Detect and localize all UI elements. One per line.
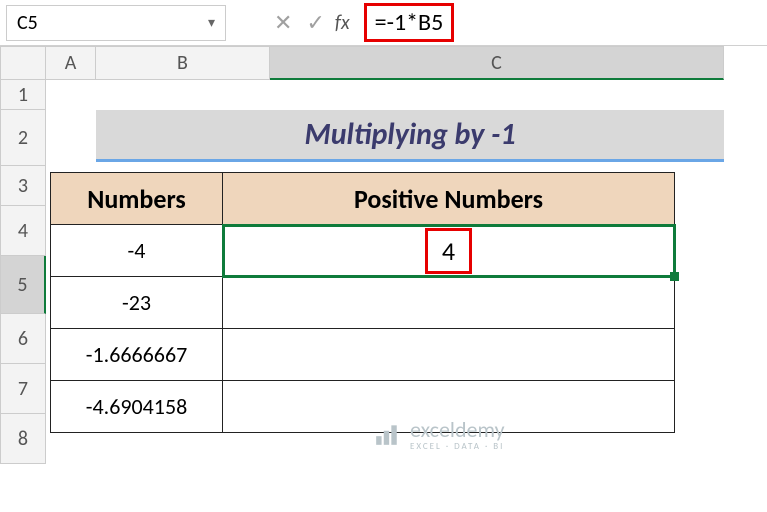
header-positive[interactable]: Positive Numbers — [223, 173, 675, 225]
column-headers: A B C — [0, 46, 767, 80]
row-header-4[interactable]: 4 — [0, 206, 46, 256]
cell-C5[interactable]: 4 — [223, 225, 675, 277]
formula-input[interactable]: =-1*B5 — [364, 3, 455, 42]
name-box[interactable]: C5 ▾ — [6, 5, 226, 41]
title-band: Multiplying by -1 — [96, 110, 724, 162]
cell-B8[interactable]: -4.6904158 — [51, 381, 223, 433]
formula-bar: C5 ▾ ✕ ✓ fx =-1*B5 — [0, 0, 767, 46]
cell-B5[interactable]: -4 — [51, 225, 223, 277]
col-header-B[interactable]: B — [96, 46, 270, 80]
row-header-8[interactable]: 8 — [0, 414, 46, 464]
row-header-5[interactable]: 5 — [0, 256, 46, 314]
chevron-down-icon[interactable]: ▾ — [208, 14, 215, 31]
cell-B6[interactable]: -23 — [51, 277, 223, 329]
check-icon[interactable]: ✓ — [306, 9, 324, 36]
row-header-3[interactable]: 3 — [0, 166, 46, 206]
name-box-value: C5 — [17, 11, 208, 35]
row-header-2[interactable]: 2 — [0, 110, 46, 166]
select-all-corner[interactable] — [0, 46, 46, 80]
cancel-icon[interactable]: ✕ — [274, 9, 292, 36]
cell-C5-value: 4 — [425, 228, 472, 274]
row-header-7[interactable]: 7 — [0, 364, 46, 414]
data-table: Numbers Positive Numbers -4 4 -23 -1.666… — [50, 172, 675, 433]
cell-C8[interactable] — [223, 381, 675, 433]
cell-C6[interactable] — [223, 277, 675, 329]
cell-C7[interactable] — [223, 329, 675, 381]
page-title: Multiplying by -1 — [304, 116, 515, 153]
cell-B7[interactable]: -1.6666667 — [51, 329, 223, 381]
col-header-C[interactable]: C — [270, 46, 724, 80]
formula-bar-icons: ✕ ✓ — [274, 9, 325, 36]
row-header-6[interactable]: 6 — [0, 314, 46, 364]
header-numbers[interactable]: Numbers — [51, 173, 223, 225]
row-header-1[interactable]: 1 — [0, 80, 46, 110]
fx-icon[interactable]: fx — [335, 11, 350, 35]
spreadsheet-area: A B C 1 2 Multiplying by -1 3 4 5 6 7 8 … — [0, 46, 767, 512]
col-header-A[interactable]: A — [46, 46, 96, 80]
